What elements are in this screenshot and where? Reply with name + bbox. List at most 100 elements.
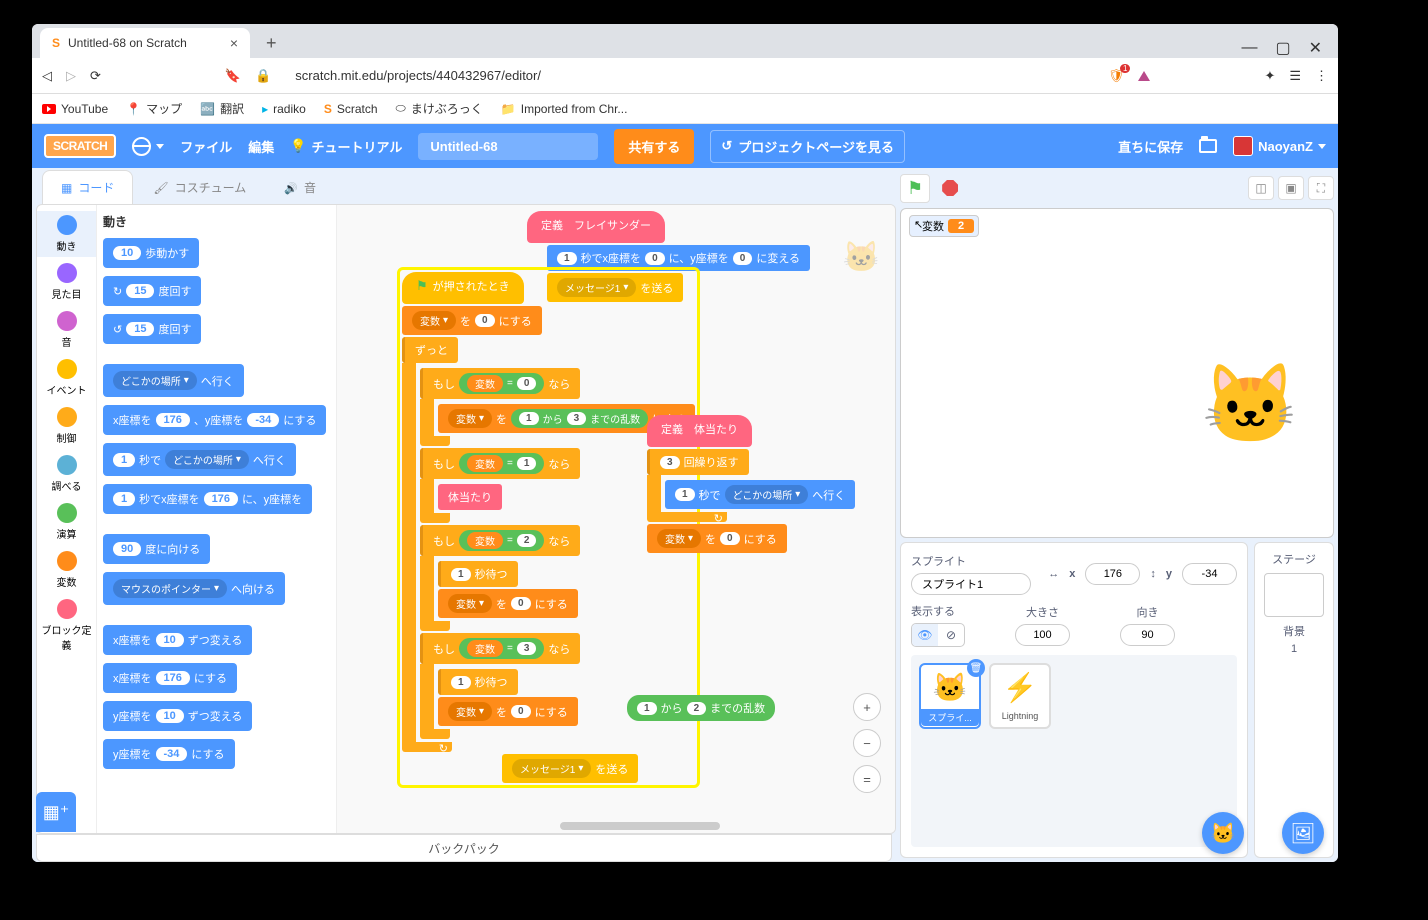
scratch-logo[interactable]: SCRATCH [44,134,116,158]
new-tab-button[interactable]: + [258,29,285,58]
stage-thumbnail[interactable] [1264,573,1324,617]
bookmark-scratch[interactable]: SScratch [324,102,378,116]
sprite-x-input[interactable] [1085,563,1140,585]
block-point-towards[interactable]: マウスのポインター▾へ向ける [103,572,285,605]
show-sprite-button[interactable]: 👁 [912,624,938,646]
bookmark-maps[interactable]: 📍マップ [126,100,182,117]
block-wait[interactable]: 1秒待つ [438,561,518,587]
user-menu[interactable]: NaoyanZ [1233,136,1326,156]
add-sprite-button[interactable]: 🐱 [1202,812,1244,854]
share-button[interactable]: 共有する [614,129,694,164]
maximize-button[interactable]: ▢ [1275,38,1290,58]
block-goto-xy[interactable]: x座標を176、y座標を-34にする [103,405,326,435]
sprite-on-stage[interactable]: 🐱 [1202,359,1299,451]
tab-code[interactable]: ▦コード [42,170,133,204]
project-title-input[interactable]: Untitled-68 [418,133,598,160]
category-変数[interactable]: 変数 [37,547,96,593]
category-動き[interactable]: 動き [37,211,96,257]
block-if-3[interactable]: もし変数=3なら [420,633,580,664]
zoom-out-button[interactable]: − [853,729,881,757]
tutorials-menu[interactable]: 💡チュートリアル [290,137,402,156]
minimize-button[interactable]: — [1241,39,1257,57]
block-wait-2[interactable]: 1秒待つ [438,669,518,695]
block-glide-random[interactable]: 1秒でどこかの場所▾へ行く [665,480,855,509]
block-change-x[interactable]: x座標を10ずつ変える [103,625,252,655]
sprite-item-1[interactable]: 🗑 🐱 スプライ... [919,663,981,729]
close-window-button[interactable]: ✕ [1309,38,1322,58]
category-ブロック定義[interactable]: ブロック定義 [37,595,96,656]
add-extension-button[interactable]: ▦⁺ [36,792,76,832]
block-forever[interactable]: ずっと [402,337,458,363]
script-canvas[interactable]: 🐱 定義 フレイサンダー 1秒でx座標を0に、y座標を0に変える メッセージ1▾… [337,205,895,833]
block-glide-xy[interactable]: 1秒でx座標を176に、y座標を [103,484,312,514]
sprite-name-input[interactable] [911,573,1031,595]
category-音[interactable]: 音 [37,307,96,353]
hide-sprite-button[interactable]: ⊘ [938,624,964,646]
category-演算[interactable]: 演算 [37,499,96,545]
sprite-y-input[interactable] [1182,563,1237,585]
category-イベント[interactable]: イベント [37,355,96,401]
block-repeat[interactable]: 3回繰り返す [647,449,749,475]
horizontal-scrollbar[interactable] [560,822,720,830]
stage-large-button[interactable]: ▣ [1278,176,1304,200]
zoom-reset-button[interactable]: = [853,765,881,793]
tab-costumes[interactable]: 🖌コスチューム [135,171,264,204]
category-調べる[interactable]: 調べる [37,451,96,497]
backpack-bar[interactable]: バックパック [36,834,892,862]
block-glide-to[interactable]: 1秒でどこかの場所▾へ行く [103,443,296,476]
loose-block[interactable]: 1から2までの乱数 [627,695,775,721]
block-broadcast-bottom[interactable]: メッセージ1▾を送る [502,754,638,783]
sprite-size-input[interactable] [1015,624,1070,646]
category-見た目[interactable]: 見た目 [37,259,96,305]
file-menu[interactable]: ファイル [180,137,232,156]
sprite-direction-input[interactable] [1120,624,1175,646]
variable-monitor[interactable]: ↖ 変数 2 [909,215,979,237]
block-if-2[interactable]: もし変数=2なら [420,525,580,556]
define-hat-2[interactable]: 定義 体当たり [647,415,752,447]
block-set-var-end[interactable]: 変数▾を0にする [647,524,787,553]
block-turn-ccw[interactable]: ↺15度回す [103,314,201,344]
green-flag-button[interactable]: ⚑ [900,174,930,203]
my-stuff-icon[interactable] [1199,139,1217,153]
block-set-var-0-b[interactable]: 変数▾を0にする [438,697,578,726]
browser-menu-icon[interactable]: ⋮ [1315,68,1328,84]
block-if-1[interactable]: もし変数=1なら [420,448,580,479]
extensions-icon[interactable]: ✦ [1264,68,1275,84]
block-call-body-hit[interactable]: 体当たり [438,484,502,510]
reload-icon[interactable]: ⟳ [90,68,101,84]
block-set-x[interactable]: x座標を176にする [103,663,237,693]
brave-shield-icon[interactable]: 🛡1 [1108,68,1125,84]
define-hat[interactable]: 定義 フレイサンダー [527,211,665,243]
block-set-var-0[interactable]: 変数▾を0にする [438,589,578,618]
reading-list-icon[interactable]: ☰ [1289,68,1301,84]
block-turn-cw[interactable]: ↻15度回す [103,276,201,306]
block-change-y[interactable]: y座標を10ずつ変える [103,701,252,731]
block-point-direction[interactable]: 90度に向ける [103,534,210,564]
bookmark-makeblock[interactable]: ⬭まけぶろっく [396,100,483,117]
bookmark-translate[interactable]: 🔤翻訳 [200,100,244,117]
see-project-page-button[interactable]: ↺プロジェクトページを見る [710,130,905,163]
browser-tab[interactable]: S Untitled-68 on Scratch × [40,28,250,58]
tab-sounds[interactable]: 音 [266,171,334,204]
delete-sprite-icon[interactable]: 🗑 [967,659,985,677]
block-set-y[interactable]: y座標を-34にする [103,739,235,769]
bookmark-radiko[interactable]: ▸radiko [262,102,306,116]
bookmark-imported[interactable]: 📁Imported from Chr... [501,102,628,116]
block-set-var[interactable]: 変数▾を0にする [402,306,542,335]
url-text[interactable]: scratch.mit.edu/projects/440432967/edito… [285,68,1094,83]
bookmark-icon[interactable]: 🔖 [225,68,241,84]
block-if-0[interactable]: もし変数=0なら [420,368,580,399]
block-goto[interactable]: どこかの場所▾へ行く [103,364,244,397]
stage-fullscreen-button[interactable]: ⛶ [1308,176,1334,200]
stop-button[interactable] [942,180,958,196]
nav-back-icon[interactable]: ◁ [42,68,52,84]
sprite-item-2[interactable]: ⚡ Lightning [989,663,1051,729]
script-stack-define-2[interactable]: 定義 体当たり 3回繰り返す 1秒でどこかの場所▾へ行く ↻ 変数▾を0にする [647,415,855,553]
add-backdrop-button[interactable]: 🖼 [1282,812,1324,854]
bookmark-youtube[interactable]: YouTube [42,102,108,116]
zoom-in-button[interactable]: + [853,693,881,721]
category-制御[interactable]: 制御 [37,403,96,449]
block-move-steps[interactable]: 10歩動かす [103,238,199,268]
stage[interactable]: ↖ 変数 2 🐱 [900,208,1334,538]
warning-icon[interactable] [1138,71,1150,81]
